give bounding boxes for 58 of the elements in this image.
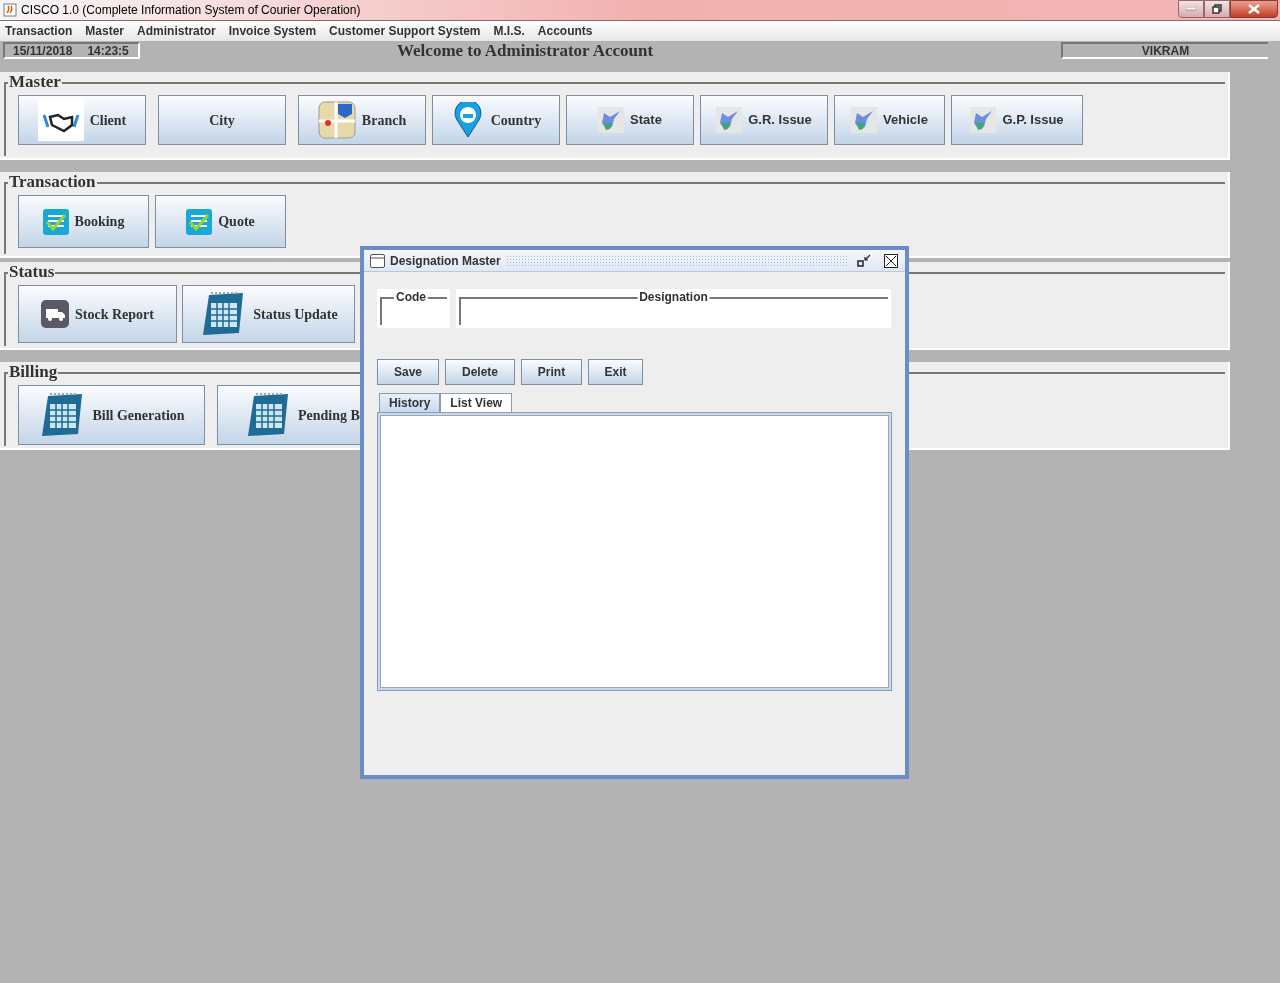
- map-icon: [317, 101, 356, 139]
- dialog-title: Designation Master: [390, 252, 501, 270]
- close-button[interactable]: [1230, 0, 1278, 18]
- close-icon: [1248, 4, 1260, 14]
- action-button[interactable]: Print: [521, 359, 582, 385]
- resize-icon: [857, 253, 871, 268]
- action-button[interactable]: Save: [377, 359, 439, 385]
- region-map-icon: [970, 107, 997, 133]
- tab[interactable]: List View: [440, 393, 513, 412]
- nav-button[interactable]: State: [566, 95, 694, 145]
- menu-item[interactable]: Transaction: [5, 22, 73, 40]
- user-field: VIKRAM: [1061, 42, 1268, 59]
- nav-button[interactable]: Pending B: [217, 385, 360, 445]
- nav-button[interactable]: Stock Report: [18, 285, 177, 343]
- nav-button[interactable]: Quote: [155, 195, 286, 248]
- welcome-heading: Welcome to Administrator Account: [397, 39, 654, 62]
- menu-item[interactable]: Accounts: [537, 22, 593, 40]
- nav-button[interactable]: City: [158, 95, 286, 145]
- menu-item[interactable]: M.I.S.: [493, 22, 525, 40]
- handshake-icon: [37, 99, 84, 141]
- nav-button[interactable]: G.R. Issue: [700, 95, 828, 145]
- close-icon: [884, 253, 898, 268]
- nav-button[interactable]: G.P. Issue: [951, 95, 1083, 145]
- nav-button[interactable]: Branch: [298, 95, 426, 145]
- truck-icon: [41, 300, 70, 328]
- section-title: Billing: [8, 362, 59, 382]
- checklist-icon: [42, 208, 69, 235]
- input-field[interactable]: Designation: [456, 289, 891, 328]
- field-label: Designation: [637, 289, 710, 305]
- minimize-button[interactable]: [1178, 0, 1204, 18]
- nav-button[interactable]: Vehicle: [834, 95, 945, 145]
- checklist-icon: [186, 208, 213, 235]
- restore-button[interactable]: [1204, 0, 1230, 18]
- nav-button[interactable]: Status Update: [182, 285, 355, 343]
- window-icon: [370, 253, 385, 268]
- tab[interactable]: History: [379, 393, 441, 412]
- nav-button[interactable]: Booking: [18, 195, 149, 248]
- app-icon: [3, 3, 17, 17]
- menu-item[interactable]: Master: [85, 22, 125, 40]
- date-label: 15/11/2018: [13, 42, 73, 60]
- nav-button[interactable]: Country: [432, 95, 560, 145]
- close-button[interactable]: [883, 252, 899, 269]
- menu-item[interactable]: Invoice System: [228, 22, 317, 40]
- menu-item[interactable]: Administrator: [137, 22, 216, 40]
- window-title: CISCO 1.0 (Complete Information System of Courier Operation): [21, 2, 361, 19]
- nav-button[interactable]: Bill Generation: [18, 385, 205, 445]
- maximize-button[interactable]: [856, 252, 872, 269]
- time-label: 14:23:5: [87, 42, 129, 60]
- menu-item[interactable]: Customer Support System: [329, 22, 481, 40]
- restore-icon: [1212, 4, 1222, 14]
- action-button[interactable]: Exit: [588, 359, 643, 385]
- minimize-icon: [1186, 7, 1196, 11]
- region-map-icon: [598, 107, 625, 133]
- action-button[interactable]: Delete: [445, 359, 515, 385]
- nav-button[interactable]: Client: [18, 95, 146, 145]
- input-field[interactable]: Code: [377, 289, 450, 328]
- region-map-icon: [716, 107, 743, 133]
- region-map-icon: [851, 107, 878, 133]
